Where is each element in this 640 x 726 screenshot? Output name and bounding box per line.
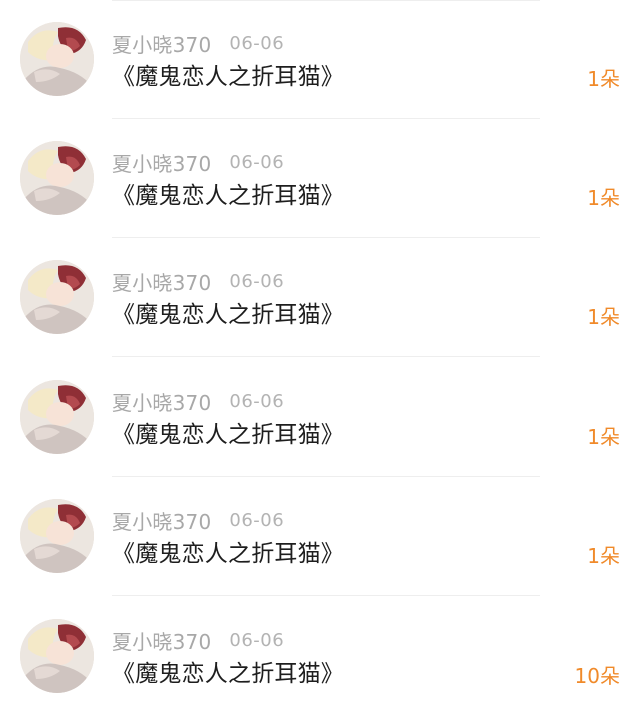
book-title[interactable]: 《魔鬼恋人之折耳猫》 [112,659,344,689]
book-title[interactable]: 《魔鬼恋人之折耳猫》 [112,539,344,569]
item-meta: 夏小晓370 06-06 [112,387,285,416]
item-meta: 夏小晓370 06-06 [112,148,285,177]
username[interactable]: 夏小晓370 [112,506,211,535]
username[interactable]: 夏小晓370 [112,148,211,177]
book-title[interactable]: 《魔鬼恋人之折耳猫》 [112,181,344,211]
divider [112,595,540,596]
date: 06-06 [229,151,285,173]
date: 06-06 [229,509,285,531]
user-avatar[interactable] [20,499,94,573]
book-title[interactable]: 《魔鬼恋人之折耳猫》 [112,62,344,92]
date: 06-06 [229,270,285,292]
list-item[interactable]: 夏小晓370 06-06 《魔鬼恋人之折耳猫》 1朵 [0,0,640,119]
list-item[interactable]: 夏小晓370 06-06 《魔鬼恋人之折耳猫》 1朵 [0,358,640,477]
list-item[interactable]: 夏小晓370 06-06 《魔鬼恋人之折耳猫》 1朵 [0,238,640,357]
flower-count: 1朵 [587,67,620,91]
flower-count: 10朵 [574,664,620,688]
user-avatar[interactable] [20,619,94,693]
avatar-anime-image [20,380,94,454]
flower-count: 1朵 [587,305,620,329]
flower-count: 1朵 [587,425,620,449]
user-avatar[interactable] [20,22,94,96]
avatar-anime-image [20,260,94,334]
list-item[interactable]: 夏小晓370 06-06 《魔鬼恋人之折耳猫》 1朵 [0,119,640,238]
book-title[interactable]: 《魔鬼恋人之折耳猫》 [112,300,344,330]
username[interactable]: 夏小晓370 [112,626,211,655]
item-meta: 夏小晓370 06-06 [112,267,285,296]
avatar-anime-image [20,141,94,215]
date: 06-06 [229,629,285,651]
user-avatar[interactable] [20,260,94,334]
book-title[interactable]: 《魔鬼恋人之折耳猫》 [112,420,344,450]
user-avatar[interactable] [20,380,94,454]
username[interactable]: 夏小晓370 [112,267,211,296]
username[interactable]: 夏小晓370 [112,387,211,416]
item-meta: 夏小晓370 06-06 [112,29,285,58]
list-item[interactable]: 夏小晓370 06-06 《魔鬼恋人之折耳猫》 1朵 [0,477,640,596]
item-meta: 夏小晓370 06-06 [112,506,285,535]
date: 06-06 [229,390,285,412]
item-meta: 夏小晓370 06-06 [112,626,285,655]
list-item[interactable]: 夏小晓370 06-06 《魔鬼恋人之折耳猫》 10朵 [0,597,640,716]
avatar-anime-image [20,619,94,693]
username[interactable]: 夏小晓370 [112,29,211,58]
flower-count: 1朵 [587,186,620,210]
divider [112,356,540,357]
avatar-anime-image [20,22,94,96]
avatar-anime-image [20,499,94,573]
flower-count: 1朵 [587,544,620,568]
date: 06-06 [229,32,285,54]
user-avatar[interactable] [20,141,94,215]
